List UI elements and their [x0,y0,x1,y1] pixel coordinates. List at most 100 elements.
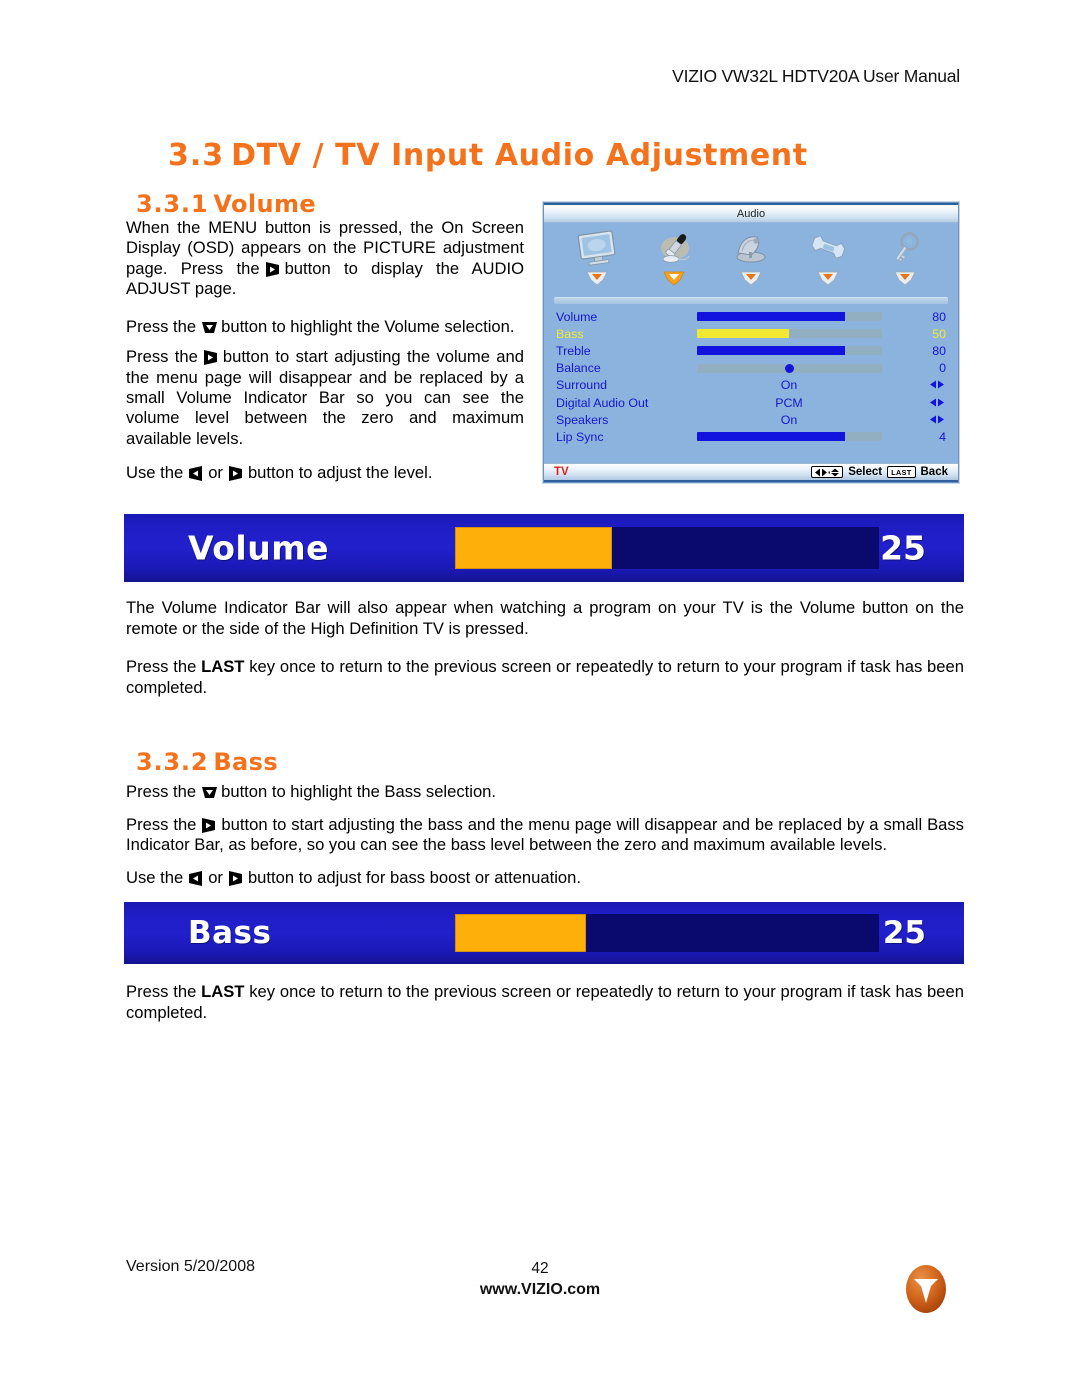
osd-row-value: 80 [932,309,946,324]
osd-row-treble[interactable]: Treble 80 [556,342,946,359]
key-icon [880,229,930,267]
osd-row-control[interactable] [664,346,914,356]
right-arrow-button-icon [226,870,245,887]
osd-title: Audio [544,203,958,223]
down-arrow-button-icon [199,319,218,336]
subsection-heading-volume: 3.3.1 Volume [136,190,316,218]
satellite-dish-icon [726,229,776,267]
osd-row-label: Bass [556,326,584,341]
bass-instructions: Press the button to highlight the Bass se… [126,782,964,900]
osd-footer-bar: TV Select LAST Back [544,463,958,482]
osd-tab-setup[interactable] [790,229,867,287]
subsection-title-volume: Volume [213,190,317,218]
bass-paragraph-2: Press the button to start adjusting the b… [126,814,964,855]
slider-fill [696,312,845,322]
slider-fill [696,346,845,356]
osd-row-control[interactable] [664,363,914,373]
monitor-icon [572,229,622,267]
osd-row-speakers[interactable]: Speakers On [556,411,946,428]
volume-note-2: Press the LAST key once to return to the… [126,657,964,697]
slider-track[interactable] [696,432,882,442]
osd-row-control[interactable] [664,329,914,339]
page-header-manual-title: VIZIO VW32L HDTV20A User Manual [672,66,960,86]
slider-track[interactable] [696,363,882,373]
osd-tab-badge-tuner [739,270,763,287]
osd-row-stepper[interactable] [914,396,946,410]
bass-note-1: Press the LAST key once to return to the… [126,982,964,1022]
osd-option-value: On [780,412,798,427]
osd-tab-tuner[interactable] [712,229,789,287]
subsection-title-bass: Bass [213,748,279,776]
osd-tab-parental[interactable] [867,229,944,287]
last-key-emphasis: LAST [201,657,245,676]
osd-row-surround[interactable]: Surround On [556,377,946,394]
osd-tab-badge-audio-selected [662,270,686,287]
osd-row-control[interactable] [664,432,914,442]
osd-select-hint: Select LAST Back [811,466,948,478]
bass-indicator-value: 25 [882,915,926,951]
osd-row-bass[interactable]: Bass 50 [556,325,946,342]
osd-row-stepper[interactable] [914,378,946,392]
osd-row-digital-audio-out[interactable]: Digital Audio Out PCM [556,394,946,411]
volume-paragraph-1: When the MENU button is pressed, the On … [126,218,524,298]
osd-row-control[interactable]: On [664,413,914,427]
osd-select-label: Select [848,466,883,478]
subsection-number-volume: 3.3.1 [136,190,209,218]
osd-tab-row[interactable] [544,223,958,295]
subsection-heading-bass: 3.3.2 Bass [136,748,278,776]
volume-note-paragraphs: The Volume Indicator Bar will also appea… [126,598,964,710]
volume-paragraph-3: Press the button to start adjusting the v… [126,347,524,448]
osd-row-lip-sync[interactable]: Lip Sync 4 [556,428,946,445]
osd-row-stepper[interactable] [914,413,946,427]
osd-tab-audio[interactable] [635,229,712,287]
right-arrow-button-icon [201,349,220,366]
osd-last-key: LAST [887,466,916,478]
osd-row-value: 0 [939,361,946,376]
slider-track[interactable] [696,346,882,356]
slider-fill [696,329,789,339]
osd-row-label: Volume [556,309,598,324]
vizio-v-logo [901,1262,951,1317]
osd-row-label: Speakers [556,412,609,427]
bass-indicator-bar: Bass 25 [124,902,964,964]
osd-row-control[interactable]: PCM [664,396,914,410]
volume-indicator-track [455,527,879,569]
slider-fill [696,432,845,442]
slider-knob [784,363,794,373]
osd-row-label: Digital Audio Out [556,395,649,410]
osd-row-control[interactable]: On [664,378,914,392]
osd-audio-menu-panel[interactable]: Audio Volume 80 Bass 50 Treble 80 Balanc… [543,202,959,483]
bass-indicator-fill [455,914,587,952]
section-heading: 3.3 DTV / TV Input Audio Adjustment [168,138,808,173]
volume-paragraph-4: Use the or button to adjust the level. [126,462,433,482]
osd-option-value: PCM [775,395,803,410]
volume-paragraph-2: Press the button to highlight the Volume … [126,317,515,337]
osd-tab-picture[interactable] [558,229,635,287]
bass-indicator-track [455,914,879,952]
slider-track[interactable] [696,312,882,322]
volume-indicator-bar: Volume 25 [124,514,964,582]
osd-row-label: Lip Sync [556,429,604,444]
osd-row-volume[interactable]: Volume 80 [556,308,946,325]
osd-row-balance[interactable]: Balance 0 [556,360,946,377]
volume-indicator-value: 25 [880,528,926,568]
left-arrow-button-icon [186,870,205,887]
down-arrow-button-icon [199,784,218,801]
osd-tab-badge-setup [816,270,840,287]
osd-option-value: On [780,378,798,393]
right-arrow-button-icon [226,465,245,482]
osd-tab-badge-parental [893,270,917,287]
volume-indicator-label: Volume [188,528,329,568]
last-key-emphasis: LAST [201,982,245,1001]
osd-row-label: Balance [556,361,601,376]
bass-note-paragraph: Press the LAST key once to return to the… [126,982,964,1035]
volume-instructions-column: When the MENU button is pressed, the On … [126,218,524,497]
osd-row-control[interactable] [664,312,914,322]
osd-row-value: 50 [932,326,946,341]
osd-source-label: TV [554,466,569,478]
section-title: DTV / TV Input Audio Adjustment [231,138,808,173]
osd-row-label: Treble [556,343,591,358]
osd-back-label: Back [920,466,949,478]
osd-divider [554,297,948,304]
slider-track[interactable] [696,329,882,339]
